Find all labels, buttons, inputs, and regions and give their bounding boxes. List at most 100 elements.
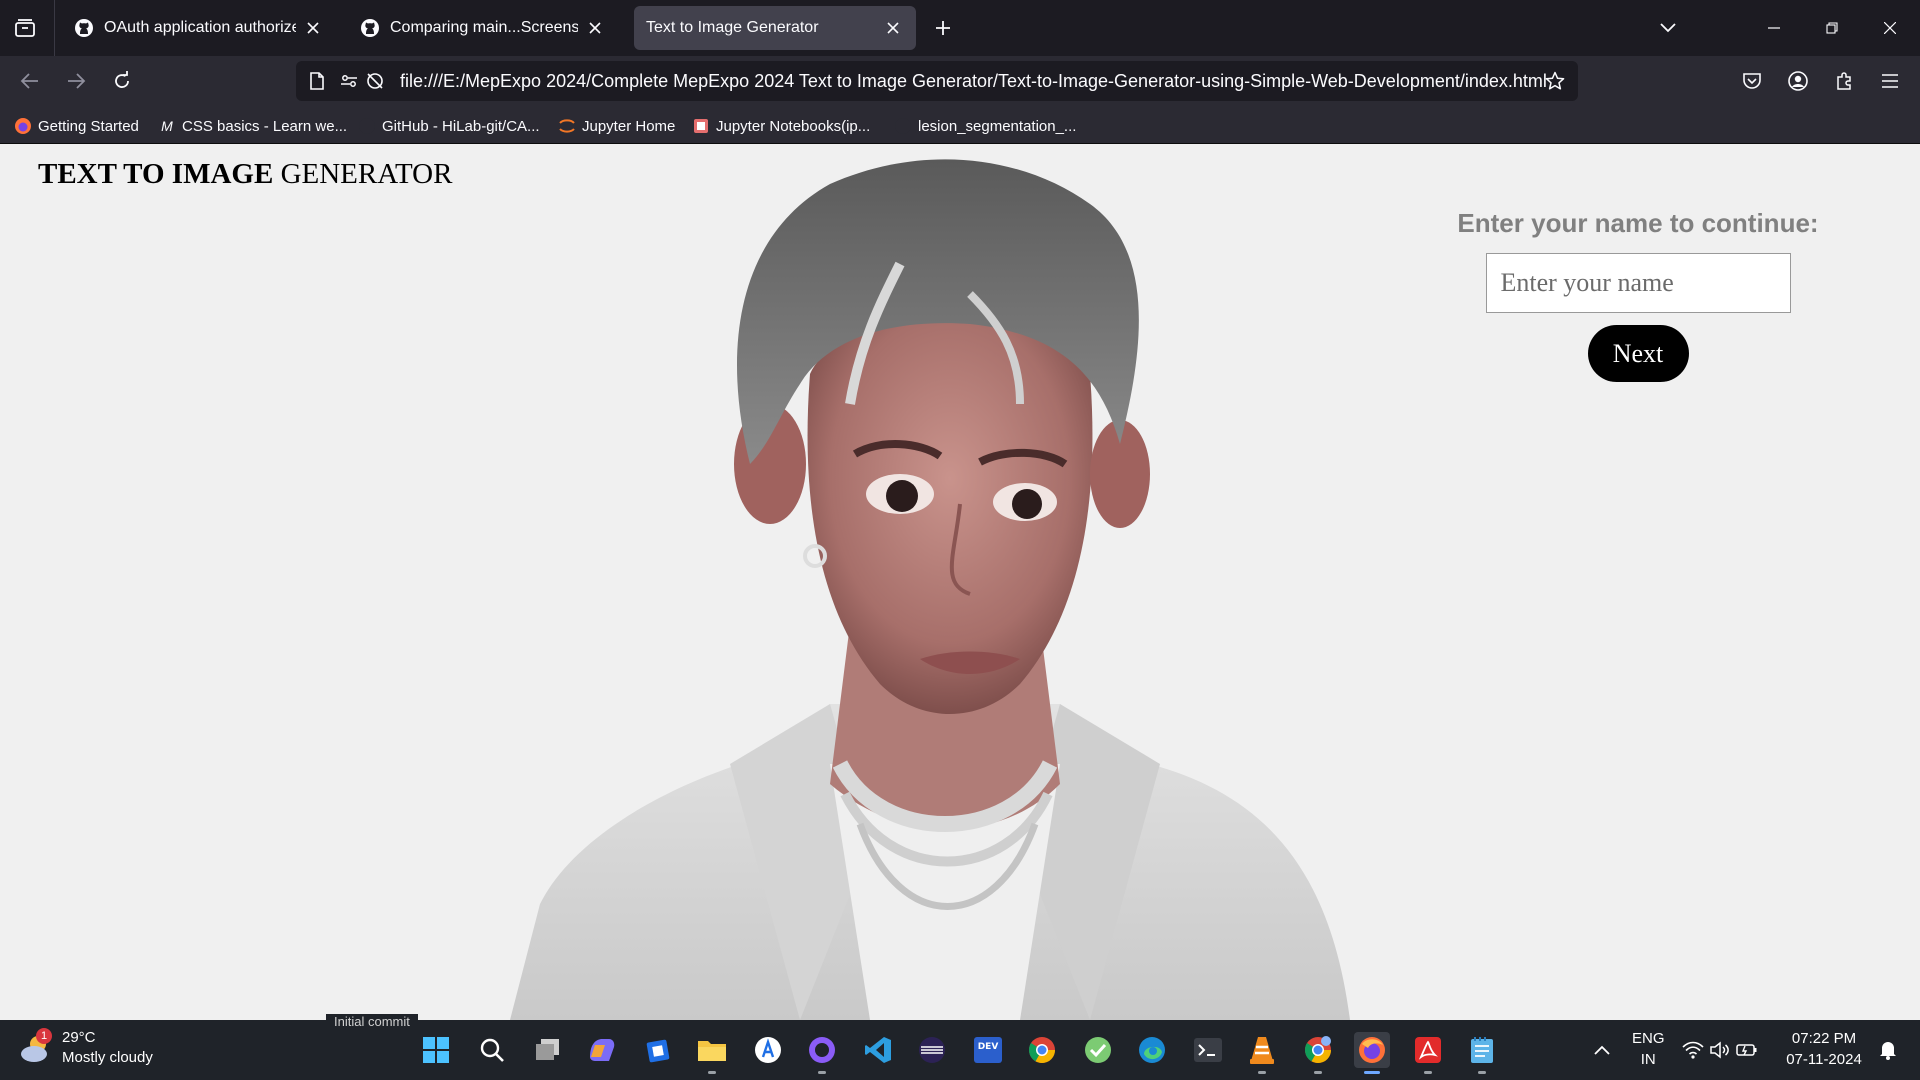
clock[interactable]: 07:22 PM 07-11-2024 [1776, 1028, 1872, 1070]
tab-comparing[interactable]: Comparing main...Screenshot-of [348, 6, 618, 50]
extensions-button[interactable] [1826, 63, 1862, 99]
notifications-button[interactable] [1870, 1032, 1906, 1068]
firefox-icon [14, 117, 32, 135]
copilot-icon[interactable] [584, 1032, 620, 1068]
chrome-profile-icon[interactable] [1300, 1032, 1336, 1074]
search-icon[interactable] [474, 1032, 510, 1068]
vlc-icon[interactable] [1244, 1032, 1280, 1074]
github-icon [358, 117, 376, 135]
bookmark-jupyter-notebooks[interactable]: Jupyter Notebooks(ip... [692, 114, 870, 138]
tracking-protection-icon[interactable] [362, 69, 388, 93]
bookmark-label: Jupyter Notebooks(ip... [716, 117, 871, 135]
start-icon[interactable] [418, 1032, 454, 1068]
arrow-right-icon [68, 73, 86, 89]
weather-badge: 1 [36, 1028, 52, 1044]
quick-settings-button[interactable] [1680, 1032, 1760, 1068]
window-close-button[interactable] [1868, 8, 1912, 48]
region-code: IN [1640, 1051, 1656, 1068]
bookmark-label: CSS basics - Learn we... [182, 117, 348, 135]
tab-separator [54, 0, 55, 56]
running-indicator [1314, 1071, 1322, 1074]
bookmark-css-basics[interactable]: M CSS basics - Learn we... [158, 114, 347, 138]
account-icon [1788, 71, 1808, 91]
next-button[interactable]: Next [1587, 325, 1689, 382]
arrow-left-icon [20, 73, 38, 89]
jupyter-icon [558, 117, 576, 135]
weather-desc: Mostly cloudy [62, 1049, 153, 1066]
app-menu-button[interactable] [1872, 63, 1908, 99]
title-rest: GENERATOR [273, 158, 453, 190]
character-portrait [510, 159, 1350, 1020]
bookmark-star-icon[interactable] [1542, 69, 1568, 93]
name-input[interactable] [1485, 253, 1791, 313]
bookmark-lesion-segmentation[interactable]: lesion_segmentation_... [894, 114, 1076, 138]
tick-app-icon[interactable] [1080, 1032, 1116, 1068]
name-prompt: Enter your name to continue: [1457, 208, 1819, 238]
close-icon[interactable] [882, 17, 904, 39]
permissions-icon[interactable] [336, 69, 362, 93]
back-button[interactable] [12, 63, 48, 99]
weather-temp: 29°C [62, 1029, 96, 1046]
clock-time: 07:22 PM [1791, 1030, 1857, 1047]
account-button[interactable] [1780, 63, 1816, 99]
url-text: file:///E:/MepExpo 2024/Complete MepExpo… [400, 71, 1547, 91]
restore-button[interactable] [1810, 8, 1854, 48]
bookmark-getting-started[interactable]: Getting Started [14, 114, 139, 138]
file-explorer-icon[interactable] [694, 1032, 730, 1074]
page-icon[interactable] [304, 69, 330, 93]
show-hidden-icons-button[interactable] [1584, 1032, 1620, 1068]
reload-button[interactable] [104, 63, 140, 99]
firefox-icon[interactable] [1354, 1032, 1390, 1074]
restore-icon [1826, 22, 1838, 34]
running-indicator [1424, 1071, 1432, 1074]
github-icon [894, 117, 912, 135]
bookmark-label: lesion_segmentation_... [918, 117, 1077, 135]
tab-oauth[interactable]: OAuth application authorized [62, 6, 336, 50]
page-viewport: TEXT TO IMAGE GENERATOR Enter your name … [0, 144, 1920, 1020]
notebook-icon [692, 117, 710, 135]
bookmark-jupyter-home[interactable]: Jupyter Home [558, 114, 675, 138]
notepad-icon[interactable] [1464, 1032, 1500, 1074]
terminal-icon[interactable] [1190, 1032, 1226, 1068]
input-language[interactable]: ENG IN [1632, 1028, 1665, 1070]
firefox-view-button[interactable] [8, 12, 42, 44]
close-icon[interactable] [584, 17, 606, 39]
page-title: TEXT TO IMAGE GENERATOR [38, 158, 452, 191]
weather-widget[interactable]: 1 29°C Mostly cloudy [18, 1028, 153, 1068]
chevron-down-icon [1660, 23, 1676, 33]
github-icon [360, 18, 380, 38]
clock-date: 07-11-2024 [1786, 1051, 1862, 1068]
chrome-icon[interactable] [1024, 1032, 1060, 1068]
close-icon [1884, 22, 1896, 34]
bookmark-label: Getting Started [38, 117, 139, 135]
language-code: ENG [1632, 1030, 1665, 1047]
new-tab-button[interactable] [927, 12, 959, 44]
volume-icon [1710, 1041, 1729, 1059]
tab-title: Comparing main...Screenshot-of [390, 19, 578, 36]
pocket-icon [1743, 73, 1761, 89]
microsoft-store-icon[interactable] [640, 1032, 676, 1068]
minimize-button[interactable] [1752, 8, 1796, 48]
app-installer-icon[interactable] [750, 1032, 786, 1068]
github-desktop-icon[interactable] [804, 1032, 840, 1074]
list-all-tabs-button[interactable] [1652, 12, 1684, 44]
eclipse-icon[interactable] [914, 1032, 950, 1068]
plus-icon [936, 21, 950, 35]
pocket-button[interactable] [1734, 63, 1770, 99]
mdn-icon: M [161, 118, 173, 134]
close-icon[interactable] [302, 17, 324, 39]
acrobat-icon[interactable] [1410, 1032, 1446, 1074]
firefox-view-icon [15, 19, 35, 37]
dev-home-icon[interactable]: DEV [970, 1032, 1006, 1068]
vscode-icon[interactable] [860, 1032, 896, 1068]
address-bar[interactable]: file:///E:/MepExpo 2024/Complete MepExpo… [296, 61, 1578, 101]
forward-button[interactable] [58, 63, 94, 99]
running-indicator [708, 1071, 716, 1074]
task-view-icon[interactable] [530, 1032, 566, 1068]
tab-title: OAuth application authorized [104, 19, 296, 36]
tab-text-to-image[interactable]: Text to Image Generator [634, 6, 916, 50]
running-indicator [1478, 1071, 1486, 1074]
battery-icon [1736, 1044, 1757, 1056]
bookmark-github-hilab[interactable]: GitHub - HiLab-git/CA... [358, 114, 540, 138]
edge-icon[interactable] [1134, 1032, 1170, 1068]
